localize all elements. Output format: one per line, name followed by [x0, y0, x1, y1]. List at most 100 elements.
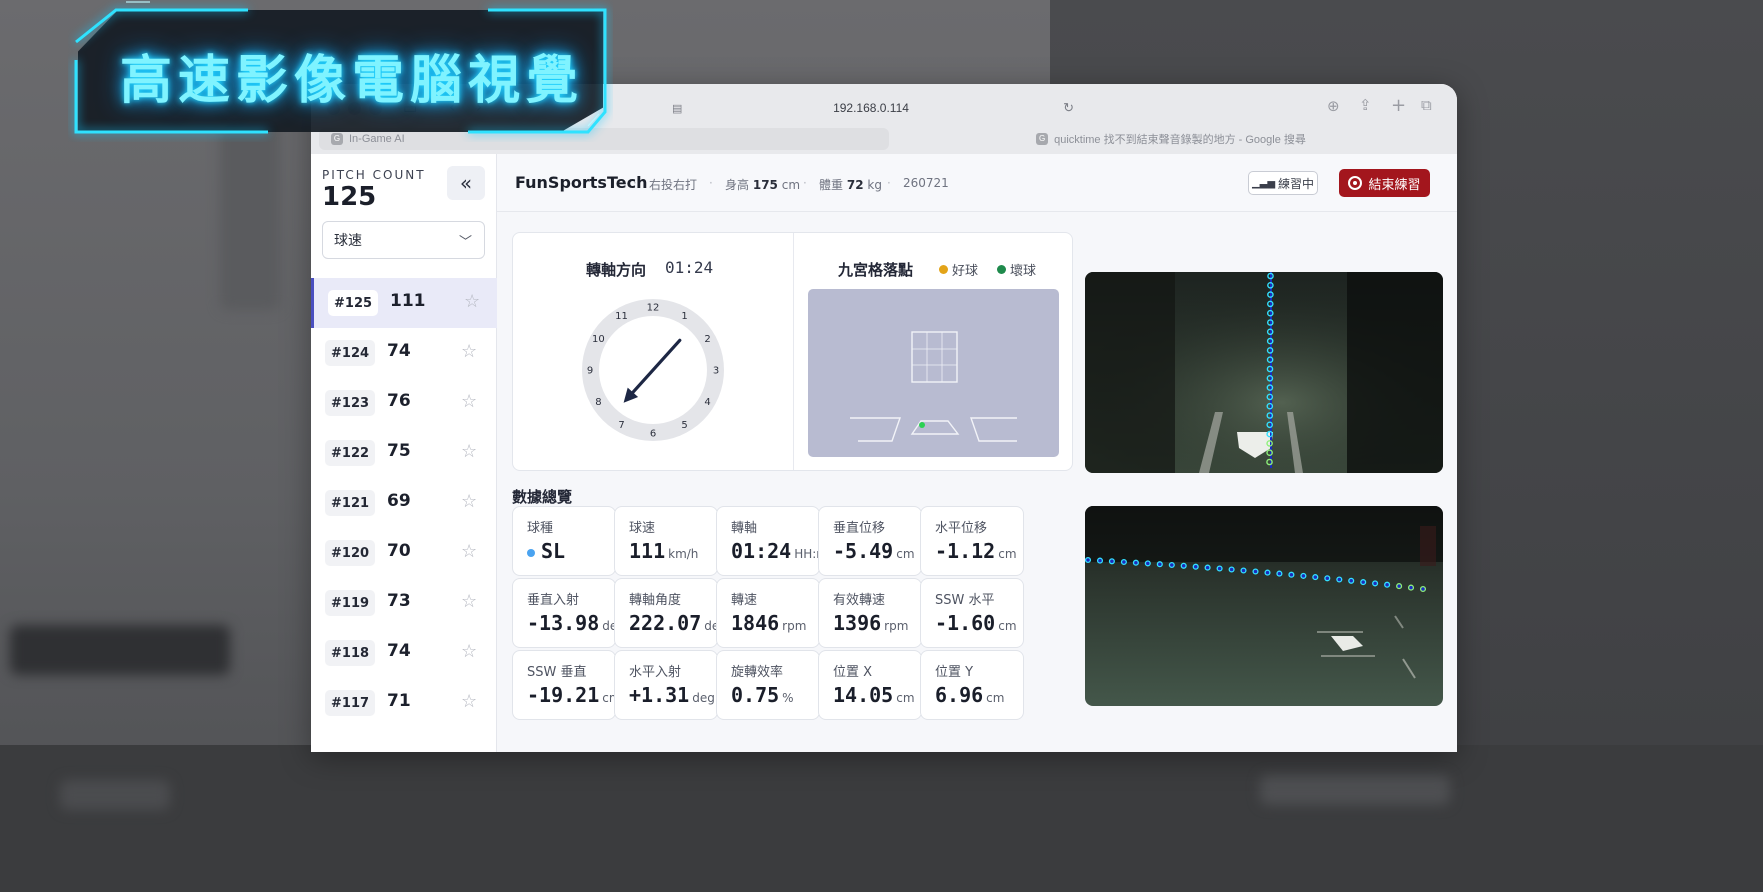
trajectory-point — [1288, 571, 1295, 578]
stat-number: SL — [541, 539, 566, 563]
trajectory-point — [1108, 558, 1115, 565]
stat-unit: rpm — [782, 619, 807, 633]
page-settings-icon[interactable]: ▤ — [672, 102, 682, 115]
star-icon[interactable]: ☆ — [464, 291, 480, 312]
pitch-speed: 69 — [387, 491, 411, 511]
new-tab-icon[interactable]: + — [1391, 95, 1406, 116]
pitch-id: #120 — [325, 540, 376, 566]
pitch-row[interactable]: #124 74 ☆ — [311, 328, 497, 378]
clock-hour-label: 6 — [650, 429, 656, 440]
trajectory-point — [1240, 567, 1247, 574]
side-camera-image — [1085, 506, 1443, 706]
trajectory-point — [1396, 583, 1403, 590]
spin-axis-clock: 121234567891011 — [582, 299, 724, 441]
double-chevron-left-icon: « — [459, 171, 473, 195]
pitch-count-label: PITCH COUNT — [322, 168, 426, 182]
star-icon[interactable]: ☆ — [461, 691, 477, 712]
stat-value: SL — [527, 539, 565, 563]
pitch-row[interactable]: #123 76 ☆ — [311, 378, 497, 428]
share-icon[interactable]: ⇪ — [1359, 96, 1372, 114]
data-overview-title: 數據總覽 — [512, 488, 573, 506]
stat-card: 垂直位移 -5.49 cm — [818, 506, 922, 576]
reload-icon[interactable]: ↻ — [1063, 100, 1074, 116]
trajectory-point — [1132, 559, 1139, 566]
trajectory-point — [1407, 584, 1415, 591]
pitch-sidebar: PITCH COUNT 125 « 球速 ﹀ #125 111 ☆ #124 7… — [311, 154, 497, 752]
target-icon — [1348, 176, 1363, 190]
trajectory-point — [1168, 561, 1175, 569]
tab-overview-icon[interactable]: ⧉ — [1421, 96, 1432, 114]
stat-number: -19.21 — [527, 683, 600, 707]
stat-unit: HH:mm — [794, 547, 819, 561]
stat-number: 1846 — [731, 611, 780, 635]
stat-number: -1.12 — [935, 539, 996, 563]
background-blur-shape — [1260, 775, 1450, 805]
stat-value: -5.49 cm — [833, 539, 915, 563]
pitch-row[interactable]: #120 70 ☆ — [311, 528, 497, 578]
stat-value: 222.07deg — [629, 611, 717, 635]
trajectory-point — [1228, 566, 1235, 573]
address-bar[interactable]: ▤ 192.168.0.114 ↻ — [656, 95, 1086, 121]
separator-dot: · — [633, 176, 637, 190]
pitch-id: #123 — [325, 390, 376, 416]
stat-label: 位置 X — [833, 665, 873, 680]
metric-select[interactable]: 球速 ﹀ — [322, 221, 485, 259]
side-camera-view — [1085, 506, 1443, 706]
stat-label: 有效轉速 — [833, 593, 886, 608]
pitch-id: #121 — [325, 490, 376, 516]
separator-dot: · — [887, 176, 891, 190]
overlay-title: 高速影像電腦視覺 — [120, 51, 585, 111]
stat-value: -19.21cm — [527, 683, 615, 707]
strike-zone-diagram — [850, 331, 1017, 442]
star-icon[interactable]: ☆ — [461, 641, 477, 662]
trajectory-point — [1419, 585, 1427, 593]
star-icon[interactable]: ☆ — [461, 391, 477, 412]
pitch-type-dot — [527, 548, 535, 557]
signal-bars-icon: ▁▃▅ — [1251, 177, 1276, 189]
brand-name: FunSportsTech — [515, 173, 648, 192]
tab-google-search[interactable]: G quicktime 找不到結束聲音錄製的地方 - Google 搜尋 — [893, 128, 1449, 150]
separator-dot: · — [803, 176, 807, 190]
pitch-id: #124 — [325, 340, 376, 366]
collapse-sidebar-button[interactable]: « — [447, 166, 485, 200]
pitch-row[interactable]: #122 75 ☆ — [311, 428, 497, 478]
clock-hour-label: 2 — [704, 334, 710, 345]
trajectory-point — [1120, 558, 1127, 566]
height-unit: cm — [781, 178, 801, 192]
pitch-speed: 74 — [387, 341, 411, 361]
spin-and-zone-card: 轉軸方向 01:24 12 1 2 3 4 5 6 7 8 9 10 11 九宮格落點 好球 壞球 — [512, 232, 1073, 471]
star-icon[interactable]: ☆ — [461, 591, 477, 612]
pitch-row[interactable]: #121 69 ☆ — [311, 478, 497, 528]
pitch-row[interactable]: #119 73 ☆ — [311, 578, 497, 628]
spin-axis-time: 01:24 — [665, 258, 714, 277]
pitch-row[interactable]: #125 111 ☆ — [311, 278, 497, 328]
stat-label: SSW 水平 — [935, 593, 995, 608]
pitch-speed: 76 — [387, 391, 411, 411]
stat-unit: cm — [986, 691, 1005, 705]
star-icon[interactable]: ☆ — [461, 441, 477, 462]
download-icon[interactable]: ⊕ — [1327, 97, 1340, 115]
stat-value: -1.12 cm — [935, 539, 1017, 563]
end-practice-button[interactable]: 結束練習 — [1339, 169, 1430, 197]
trajectory-point — [1096, 557, 1104, 564]
batter-box-right — [970, 417, 1017, 442]
pitch-row[interactable]: #117 71 ☆ — [311, 678, 497, 728]
stat-unit: % — [782, 691, 794, 705]
stat-number: -1.60 — [935, 611, 996, 635]
pitch-speed: 75 — [387, 441, 411, 461]
strike-zone-title: 九宮格落點 — [838, 261, 914, 279]
camera-backdrop — [1085, 506, 1443, 562]
legend-strike-dot — [939, 265, 948, 274]
star-icon[interactable]: ☆ — [461, 541, 477, 562]
legend-ball-label: 壞球 — [1010, 264, 1037, 279]
clock-hour-label: 8 — [595, 397, 601, 408]
tab-label: In-Game AI — [349, 133, 405, 145]
stat-value: +1.31 deg — [629, 683, 715, 707]
clock-hour-label: 11 — [615, 311, 628, 322]
front-camera-view — [1085, 272, 1443, 473]
home-plate — [910, 420, 960, 435]
pitch-row[interactable]: #118 74 ☆ — [311, 628, 497, 678]
star-icon[interactable]: ☆ — [461, 491, 477, 512]
trajectory-point — [1372, 580, 1379, 587]
star-icon[interactable]: ☆ — [461, 341, 477, 362]
